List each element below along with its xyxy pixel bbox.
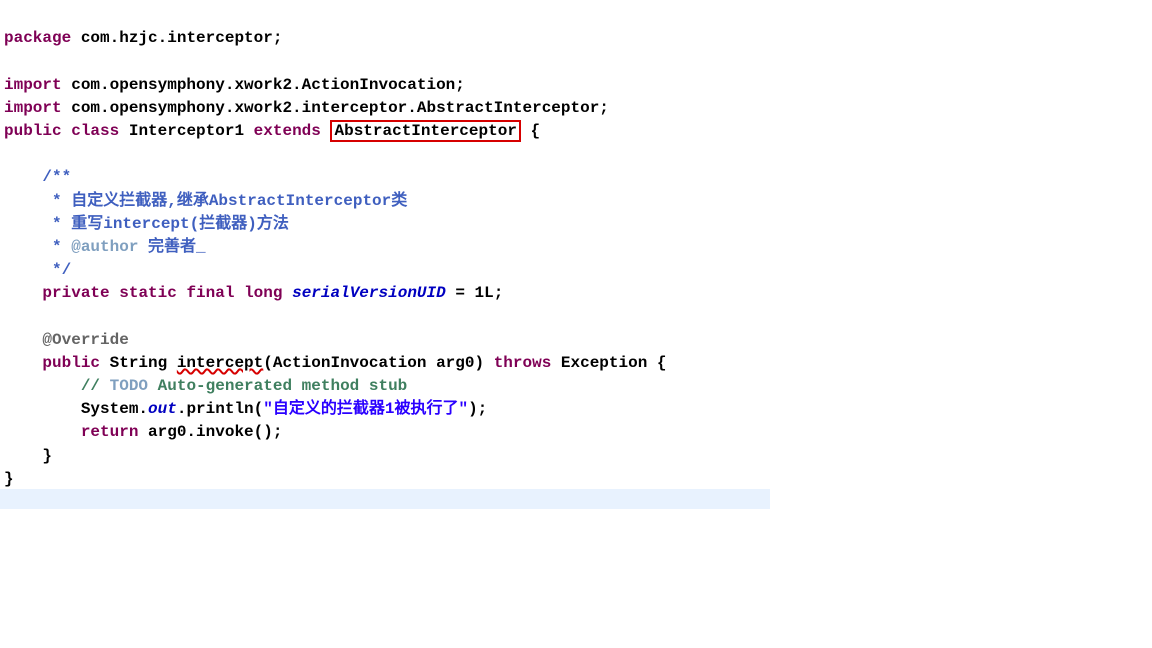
return-type: String xyxy=(100,354,177,372)
line-3: import com.opensymphony.xwork2.ActionInv… xyxy=(4,76,465,94)
javadoc-prefix: * xyxy=(4,238,71,256)
javadoc-author-tag: @author xyxy=(71,238,138,256)
package-name: com.hzjc.interceptor; xyxy=(71,29,282,47)
string-literal: "自定义的拦截器1被执行了" xyxy=(263,400,468,418)
keyword-static: static xyxy=(119,284,177,302)
keyword-import: import xyxy=(4,76,62,94)
line-serial: private static final long serialVersionU… xyxy=(4,284,503,302)
todo-rest: Auto-generated method stub xyxy=(148,377,407,395)
sysout-prefix: System. xyxy=(4,400,148,418)
close-class: } xyxy=(4,470,14,488)
keyword-import: import xyxy=(4,99,62,117)
keyword-throws: throws xyxy=(494,354,552,372)
line-override: @Override xyxy=(4,331,129,349)
println-pre: .println( xyxy=(177,400,263,418)
keyword-extends: extends xyxy=(254,122,321,140)
throws-rest: Exception { xyxy=(551,354,666,372)
end-highlight-bar xyxy=(0,489,770,509)
import-2: com.opensymphony.xwork2.interceptor.Abst… xyxy=(62,99,609,117)
serial-rest: = 1L; xyxy=(446,284,504,302)
keyword-final: final xyxy=(186,284,234,302)
highlighted-type: AbstractInterceptor xyxy=(330,120,520,142)
serial-field: serialVersionUID xyxy=(292,284,446,302)
line-5: public class Interceptor1 extends Abstra… xyxy=(4,120,540,142)
println-post: ); xyxy=(468,400,487,418)
keyword-private: private xyxy=(42,284,109,302)
keyword-public: public xyxy=(42,354,100,372)
annotation-override: @Override xyxy=(42,331,128,349)
javadoc-line-2: * 重写intercept(拦截器)方法 xyxy=(4,215,289,233)
line-method-sig: public String intercept(ActionInvocation… xyxy=(4,354,667,372)
keyword-package: package xyxy=(4,29,71,47)
method-name-warning: intercept xyxy=(177,354,263,372)
out-field: out xyxy=(148,400,177,418)
javadoc-open: /** xyxy=(4,168,71,186)
keyword-class: class xyxy=(71,122,119,140)
import-1: com.opensymphony.xwork2.ActionInvocation… xyxy=(62,76,465,94)
keyword-long: long xyxy=(244,284,282,302)
line-1: package com.hzjc.interceptor; xyxy=(4,29,282,47)
line-return: return arg0.invoke(); xyxy=(4,423,282,441)
line-todo: // TODO Auto-generated method stub xyxy=(4,377,407,395)
code-editor: package com.hzjc.interceptor; import com… xyxy=(0,0,1152,491)
javadoc-author-value: 完善者_ xyxy=(138,238,205,256)
javadoc-close: */ xyxy=(4,261,71,279)
method-params: (ActionInvocation arg0) xyxy=(263,354,493,372)
line-println: System.out.println("自定义的拦截器1被执行了"); xyxy=(4,400,487,418)
keyword-public: public xyxy=(4,122,62,140)
return-rest: arg0.invoke(); xyxy=(138,423,282,441)
open-brace: { xyxy=(521,122,540,140)
todo-keyword: TODO xyxy=(110,377,148,395)
comment-prefix: // xyxy=(4,377,110,395)
javadoc-line-1: * 自定义拦截器,继承AbstractInterceptor类 xyxy=(4,192,407,210)
keyword-return: return xyxy=(81,423,139,441)
javadoc-line-3: * @author 完善者_ xyxy=(4,238,206,256)
close-method: } xyxy=(4,447,52,465)
class-name: Interceptor1 xyxy=(119,122,253,140)
line-4: import com.opensymphony.xwork2.intercept… xyxy=(4,99,609,117)
